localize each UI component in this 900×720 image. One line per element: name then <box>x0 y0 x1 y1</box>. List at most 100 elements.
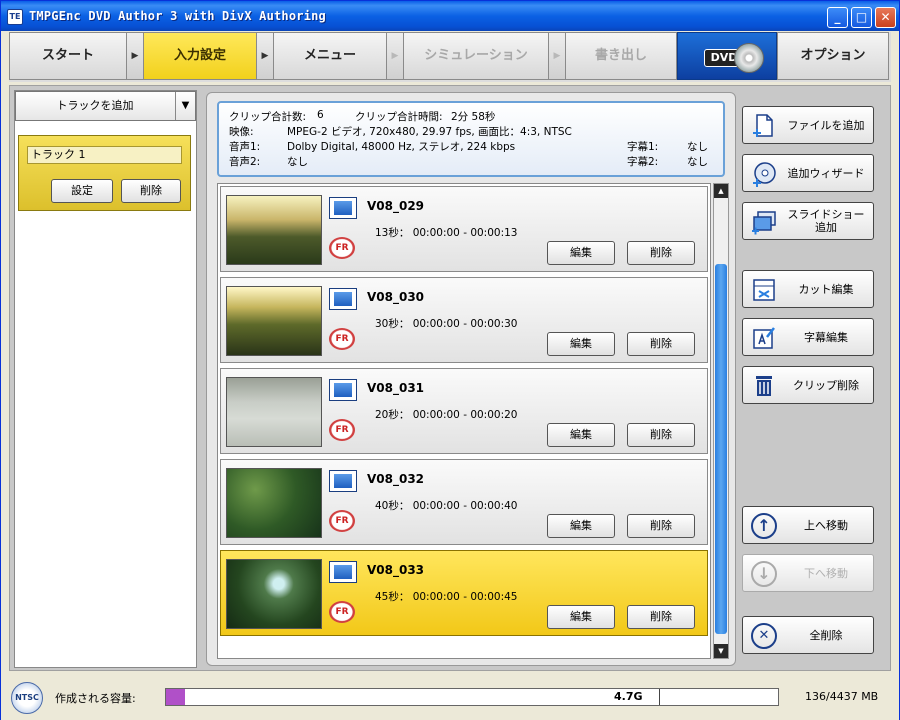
arrow-up-icon: ↑ <box>751 513 777 539</box>
add-wizard-label: 追加ウィザード <box>787 166 865 180</box>
tab-start[interactable]: スタート <box>9 32 127 80</box>
track-panel: トラックを追加 ▼ トラック 1 設定 削除 <box>14 90 197 668</box>
add-file-icon <box>753 114 773 137</box>
capacity-marker <box>659 689 660 705</box>
move-up-button[interactable]: ↑ 上へ移動 <box>742 506 874 544</box>
clip-delete-button[interactable]: 削除 <box>627 241 695 265</box>
tab-simulation[interactable]: シミュレーション <box>403 32 549 80</box>
track-card[interactable]: トラック 1 設定 削除 <box>18 135 191 211</box>
move-up-label: 上へ移動 <box>804 518 848 532</box>
add-file-label: ファイルを追加 <box>787 118 865 132</box>
cut-edit-label: カット編集 <box>798 282 854 296</box>
add-track-dropdown[interactable]: トラックを追加 ▼ <box>15 91 196 121</box>
clip-time: 2分 58秒 <box>451 111 496 123</box>
trash-icon <box>756 376 772 396</box>
clip-thumbnail <box>226 559 322 629</box>
track-delete-button[interactable]: 削除 <box>121 179 181 203</box>
subtitle-edit-label: 字幕編集 <box>804 330 848 344</box>
window-title: TMPGEnc DVD Author 3 with DivX Authoring <box>29 9 326 23</box>
clip-item[interactable]: FR V08_030 30秒： 00:00:00 - 00:00:30 編集 削… <box>220 277 708 363</box>
subtitle2-label: 字幕2: <box>627 156 659 168</box>
clip-delete-button[interactable]: 削除 <box>627 332 695 356</box>
step-tabs: スタート ▶ 入力設定 ▶ メニュー ▶ シミュレーション ▶ 書き出し DVD… <box>9 32 891 82</box>
clip-item[interactable]: FR V08_032 40秒： 00:00:00 - 00:00:40 編集 削… <box>220 459 708 545</box>
video-info: MPEG-2 ビデオ, 720x480, 29.97 fps, 画面比：4:3,… <box>287 126 572 138</box>
clip-item-selected[interactable]: FR V08_033 45秒： 00:00:00 - 00:00:45 編集 削… <box>220 550 708 636</box>
clip-item[interactable]: FR V08_029 13秒： 00:00:00 - 00:00:13 編集 削… <box>220 186 708 272</box>
disc-wizard-icon <box>753 162 776 187</box>
clip-name: V08_033 <box>367 563 425 577</box>
add-track-label: トラックを追加 <box>56 99 134 112</box>
move-down-button[interactable]: ↓ 下へ移動 <box>742 554 874 592</box>
clip-delete-button[interactable]: 削除 <box>627 514 695 538</box>
clip-count: 6 <box>317 109 324 121</box>
clip-name: V08_031 <box>367 381 425 395</box>
delete-all-label: 全削除 <box>809 628 843 642</box>
capacity-bar: 4.7G <box>165 688 779 706</box>
fr-badge-icon: FR <box>329 237 355 259</box>
fr-badge-icon: FR <box>329 510 355 532</box>
clip-delete-button[interactable]: クリップ削除 <box>742 366 874 404</box>
cut-edit-button[interactable]: カット編集 <box>742 270 874 308</box>
tab-input-settings[interactable]: 入力設定 <box>143 32 257 80</box>
clip-duration: 40秒： 00:00:00 - 00:00:40 <box>375 500 518 512</box>
tab-options[interactable]: オプション <box>777 32 889 80</box>
scroll-down-icon[interactable]: ▼ <box>714 644 728 658</box>
audio1-label: 音声1: <box>229 141 261 153</box>
app-icon[interactable]: TE <box>7 9 23 25</box>
clip-edit-button[interactable]: 編集 <box>547 332 615 356</box>
film-icon <box>329 379 357 401</box>
dvd-logo-tab: DVD <box>677 32 777 80</box>
add-file-button[interactable]: ファイルを追加 <box>742 106 874 144</box>
maximize-button[interactable]: □ <box>851 7 872 28</box>
clip-thumbnail <box>226 377 322 447</box>
status-bar: NTSC 作成される容量: 4.7G 136/4437 MB <box>1 676 899 720</box>
clip-list-scrollbar[interactable]: ▲ ▼ <box>713 183 729 659</box>
clip-edit-button[interactable]: 編集 <box>547 423 615 447</box>
clip-list: FR V08_029 13秒： 00:00:00 - 00:00:13 編集 削… <box>217 183 711 659</box>
clip-edit-button[interactable]: 編集 <box>547 241 615 265</box>
subtitle2-info: なし <box>687 156 708 168</box>
add-wizard-button[interactable]: 追加ウィザード <box>742 154 874 192</box>
clip-thumbnail <box>226 286 322 356</box>
track-name-field[interactable]: トラック 1 <box>27 146 182 164</box>
title-bar[interactable]: TE TMPGEnc DVD Author 3 with DivX Author… <box>1 1 899 31</box>
video-label: 映像: <box>229 126 254 138</box>
tab-menu[interactable]: メニュー <box>273 32 387 80</box>
audio1-info: Dolby Digital, 48000 Hz, ステレオ, 224 kbps <box>287 141 516 153</box>
ntsc-badge-icon: NTSC <box>11 682 43 714</box>
add-slideshow-label: スライドショー 追加 <box>787 208 865 234</box>
app-window: TE TMPGEnc DVD Author 3 with DivX Author… <box>0 0 900 720</box>
chevron-down-icon[interactable]: ▼ <box>175 92 195 120</box>
tab-export[interactable]: 書き出し <box>565 32 677 80</box>
clip-edit-button[interactable]: 編集 <box>547 514 615 538</box>
clip-duration: 13秒： 00:00:00 - 00:00:13 <box>375 227 518 239</box>
minimize-button[interactable]: _ <box>827 7 848 28</box>
clip-delete-button[interactable]: 削除 <box>627 423 695 447</box>
step-arrow-icon: ▶ <box>127 32 143 80</box>
clip-name: V08_030 <box>367 290 425 304</box>
audio2-label: 音声2: <box>229 156 261 168</box>
clip-delete-label: クリップ削除 <box>793 378 859 392</box>
clip-thumbnail <box>226 468 322 538</box>
step-arrow-icon: ▶ <box>387 32 403 80</box>
close-button[interactable]: ✕ <box>875 7 896 28</box>
clip-item[interactable]: FR V08_031 20秒： 00:00:00 - 00:00:20 編集 削… <box>220 368 708 454</box>
clip-edit-button[interactable]: 編集 <box>547 605 615 629</box>
clip-thumbnail <box>226 195 322 265</box>
disc-icon <box>734 43 764 73</box>
step-arrow-icon: ▶ <box>549 32 565 80</box>
clip-delete-button[interactable]: 削除 <box>627 605 695 629</box>
fr-badge-icon: FR <box>329 419 355 441</box>
scroll-up-icon[interactable]: ▲ <box>714 184 728 198</box>
add-slideshow-button[interactable]: スライドショー 追加 <box>742 202 874 240</box>
delete-all-button[interactable]: ✕ 全削除 <box>742 616 874 654</box>
scroll-thumb[interactable] <box>715 264 727 634</box>
arrow-down-icon: ↓ <box>751 561 777 587</box>
film-icon <box>329 561 357 583</box>
film-icon <box>329 288 357 310</box>
capacity-used: 136/4437 MB <box>805 690 879 703</box>
subtitle-edit-button[interactable]: 字幕編集 <box>742 318 874 356</box>
capacity-marker-label: 4.7G <box>614 690 643 703</box>
track-settings-button[interactable]: 設定 <box>51 179 113 203</box>
